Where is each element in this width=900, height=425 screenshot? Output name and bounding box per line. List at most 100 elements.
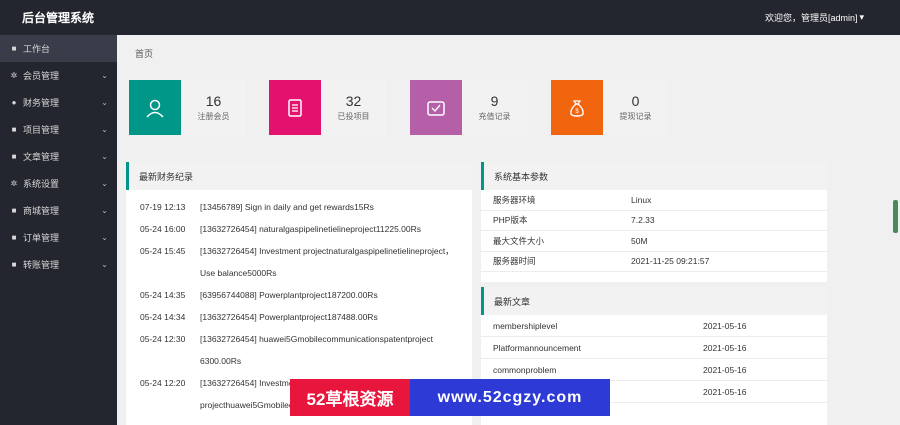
grid-icon: ■: [11, 125, 17, 134]
sidebar-item-label: 商城管理: [23, 206, 60, 216]
table-row: 服务器环境 Linux: [481, 190, 827, 211]
table-row: 最大文件大小 50M: [481, 231, 827, 252]
list-item: 05-24 16:00 [13632726454] naturalgaspipe…: [140, 218, 472, 240]
sidebar-item-orders[interactable]: ■ 订单管理 ⌄: [0, 224, 117, 251]
list-item: 05-24 15:45 [13632726454] Investment pro…: [140, 240, 472, 284]
record-date: 05-24 14:34: [140, 312, 186, 322]
stat-value: 32: [345, 93, 362, 109]
stat-label: 提现记录: [619, 112, 652, 121]
panel-title: 系统基本参数: [481, 162, 827, 190]
param-key: 服务器时间: [493, 256, 536, 267]
list-item: 05-24 14:34 [13632726454] Powerplantproj…: [140, 306, 472, 328]
grid-icon: ■: [11, 206, 17, 215]
sidebar-item-label: 订单管理: [23, 233, 60, 243]
sidebar-item-label: 财务管理: [23, 98, 60, 108]
record-date: 07-19 12:13: [140, 202, 186, 212]
param-key: PHP版本: [493, 215, 528, 226]
system-params-panel: 系统基本参数 服务器环境 Linux PHP版本 7.2.33 最大文件大小 5…: [481, 162, 827, 282]
param-value: 50M: [631, 235, 648, 246]
sidebar-item-transfers[interactable]: ■ 转账管理 ⌄: [0, 251, 117, 278]
sidebar-item-settings[interactable]: ✲ 系统设置 ⌄: [0, 170, 117, 197]
sidebar-item-label: 文章管理: [23, 152, 60, 162]
table-row[interactable]: Platformannouncement 2021-05-16: [481, 337, 827, 359]
stat-value: 16: [205, 93, 222, 109]
top-header: 后台管理系统 欢迎您，管理员[admin] ▾: [0, 0, 900, 35]
sidebar: ■ 工作台 ✲ 会员管理 ⌄ ● 财务管理 ⌄ ■ 项目管理 ⌄ ■ 文章管理 …: [0, 35, 117, 425]
watermark-url: www.52cgzy.com: [410, 379, 610, 416]
list-item: 05-24 12:30 [13632726454] huawei5Gmobile…: [140, 328, 472, 372]
param-key: 最大文件大小: [493, 235, 545, 246]
list-item: 05-24 14:35 [63956744088] Powerplantproj…: [140, 284, 472, 306]
record-text: [13632726454] Investment projectnaturalg…: [200, 246, 454, 278]
chevron-down-icon: ⌄: [101, 125, 108, 134]
article-title[interactable]: Platformannouncement: [493, 343, 703, 353]
svg-text:$: $: [575, 109, 579, 115]
record-text: [13456789] Sign in daily and get rewards…: [200, 202, 374, 212]
sidebar-item-label: 系统设置: [23, 179, 60, 189]
chevron-down-icon: ⌄: [101, 233, 108, 242]
stat-label: 注册会员: [197, 112, 230, 121]
chevron-down-icon: ⌄: [101, 260, 108, 269]
chevron-down-icon: ▾: [859, 12, 864, 22]
wallet-icon: [410, 80, 462, 135]
user-menu[interactable]: 欢迎您，管理员[admin] ▾: [765, 11, 864, 24]
stat-card-members[interactable]: 16 注册会员: [129, 80, 246, 135]
sidebar-item-articles[interactable]: ■ 文章管理 ⌄: [0, 143, 117, 170]
info-icon: ●: [11, 98, 17, 107]
panel-title: 最新财务纪录: [126, 162, 472, 190]
article-title[interactable]: membershiplevel: [493, 321, 703, 331]
record-text: [13632726454] huawei5Gmobilecommunicatio…: [200, 334, 433, 366]
document-icon: [269, 80, 321, 135]
chevron-down-icon: ⌄: [101, 98, 108, 107]
article-date: 2021-05-16: [703, 342, 747, 353]
sidebar-item-finance[interactable]: ● 财务管理 ⌄: [0, 89, 117, 116]
record-date: 05-24 12:30: [140, 334, 186, 344]
sidebar-item-label: 工作台: [23, 44, 51, 54]
table-row[interactable]: membershiplevel 2021-05-16: [481, 315, 827, 337]
sidebar-item-projects[interactable]: ■ 项目管理 ⌄: [0, 116, 117, 143]
breadcrumb[interactable]: 首页: [135, 47, 153, 60]
record-date: 05-24 12:20: [140, 378, 186, 388]
sidebar-item-mall[interactable]: ■ 商城管理 ⌄: [0, 197, 117, 224]
gear-icon: ✲: [10, 179, 18, 188]
stat-value: 0: [631, 93, 640, 109]
watermark-banner: 52草根资源: [290, 379, 410, 416]
sidebar-item-members[interactable]: ✲ 会员管理 ⌄: [0, 62, 117, 89]
grid-icon: ■: [11, 260, 17, 269]
record-text: [13632726454] Powerplantproject187488.00…: [200, 312, 378, 322]
gear-icon: ✲: [10, 71, 18, 80]
grid-icon: ■: [11, 152, 17, 161]
table-row[interactable]: commonproblem 2021-05-16: [481, 359, 827, 381]
chevron-down-icon: ⌄: [101, 152, 108, 161]
param-key: 服务器环境: [493, 194, 536, 205]
sidebar-item-label: 会员管理: [23, 71, 60, 81]
sidebar-item-label: 转账管理: [23, 260, 60, 270]
article-date: 2021-05-16: [703, 364, 747, 375]
record-date: 05-24 16:00: [140, 224, 186, 234]
param-value: 7.2.33: [631, 215, 655, 226]
table-row: PHP版本 7.2.33: [481, 211, 827, 231]
stat-card-projects[interactable]: 32 已投项目: [269, 80, 386, 135]
stat-value: 9: [490, 93, 499, 109]
scrollbar-thumb[interactable]: [893, 200, 898, 233]
app-title: 后台管理系统: [22, 11, 95, 25]
stat-card-withdrawals[interactable]: $ 0 提现记录: [551, 80, 668, 135]
sidebar-item-dashboard[interactable]: ■ 工作台: [0, 35, 117, 62]
chevron-down-icon: ⌄: [101, 206, 108, 215]
stat-card-recharges[interactable]: 9 充值记录: [410, 80, 527, 135]
record-text: [63956744088] Powerplantproject187200.00…: [200, 290, 378, 300]
record-text: [13632726454] naturalgaspipelinetielinep…: [200, 224, 422, 234]
grid-icon: ■: [11, 233, 17, 242]
sidebar-item-label: 项目管理: [23, 125, 60, 135]
panel-title: 最新文章: [481, 287, 827, 315]
article-title[interactable]: commonproblem: [493, 365, 703, 375]
money-bag-icon: $: [551, 80, 603, 135]
stat-label: 充值记录: [478, 112, 511, 121]
list-item: 07-19 12:13 [13456789] Sign in daily and…: [140, 196, 472, 218]
article-date: 2021-05-16: [703, 320, 747, 331]
user-icon: [129, 80, 181, 135]
grid-icon: ■: [11, 44, 17, 53]
chevron-down-icon: ⌄: [101, 179, 108, 188]
stat-label: 已投项目: [337, 112, 370, 121]
record-date: 05-24 15:45: [140, 246, 186, 256]
